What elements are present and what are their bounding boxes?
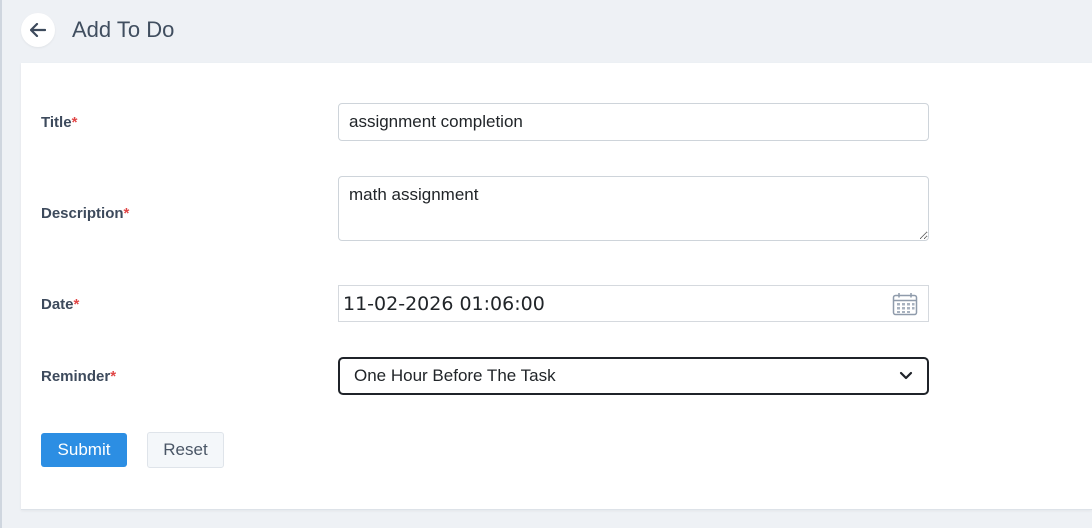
description-label: Description* [41, 205, 129, 222]
description-label-text: Description [41, 205, 124, 222]
back-button[interactable] [21, 13, 55, 47]
description-textarea[interactable]: math assignment [338, 176, 929, 241]
calendar-icon[interactable] [892, 292, 918, 316]
page-title: Add To Do [72, 17, 175, 42]
required-marker: * [123, 205, 130, 222]
left-border [0, 0, 2, 528]
required-marker: * [71, 114, 78, 131]
reminder-label: Reminder* [41, 368, 116, 385]
title-input[interactable] [338, 103, 929, 141]
page-header: Add To Do [0, 0, 1092, 62]
date-input[interactable]: 11-02-2026 01:06:00 [338, 285, 929, 322]
submit-button[interactable]: Submit [41, 433, 127, 467]
form-card: Title* Description* math assignment Date… [21, 63, 1092, 510]
title-label: Title* [41, 114, 77, 131]
date-label-text: Date [41, 296, 74, 313]
title-label-text: Title [41, 114, 72, 131]
reminder-select[interactable]: One Hour Before The Task [338, 357, 929, 395]
chevron-down-icon [899, 371, 913, 380]
reset-button[interactable]: Reset [147, 432, 224, 468]
required-marker: * [73, 296, 80, 313]
required-marker: * [110, 368, 117, 385]
date-label: Date* [41, 296, 79, 313]
reminder-label-text: Reminder [41, 368, 111, 385]
date-value: 11-02-2026 01:06:00 [343, 292, 545, 315]
reminder-selected-value: One Hour Before The Task [354, 366, 556, 385]
arrow-left-icon [30, 23, 46, 37]
